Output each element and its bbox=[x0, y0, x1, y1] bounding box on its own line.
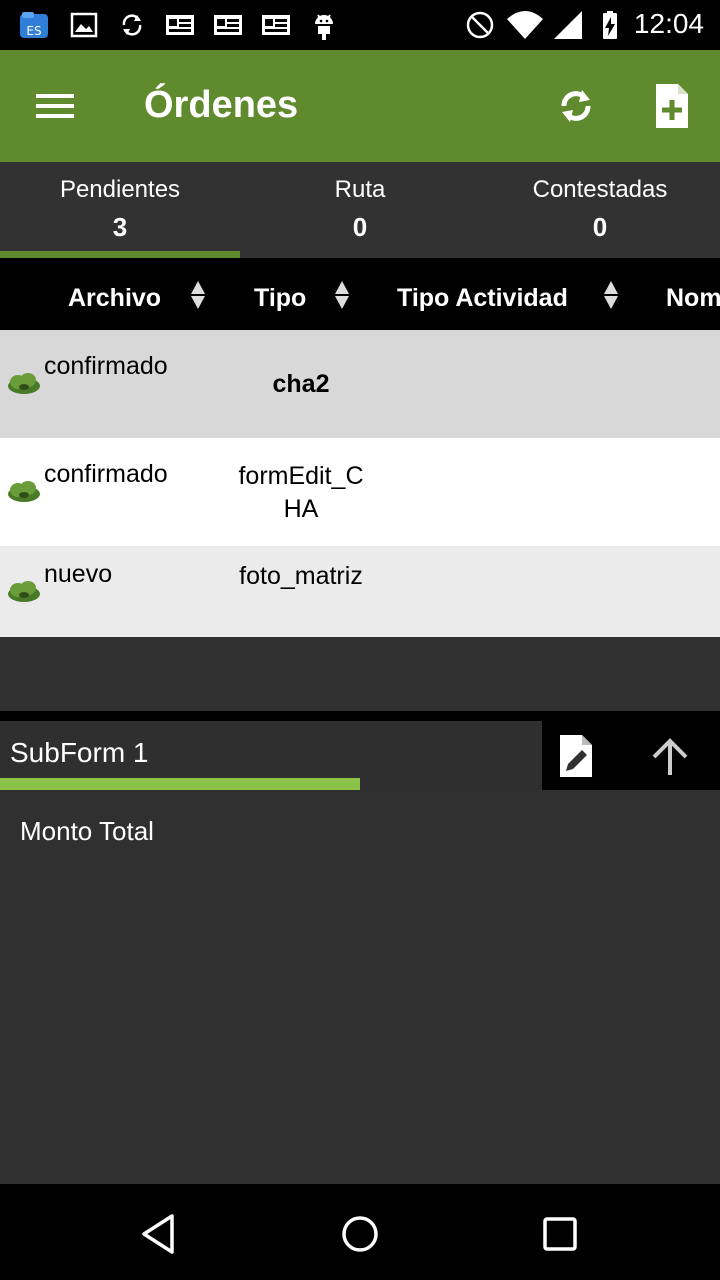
clock: 12:04 bbox=[633, 8, 704, 39]
row-status: confirmado bbox=[44, 352, 168, 380]
column-header-archivo[interactable]: Archivo bbox=[68, 258, 161, 330]
tab-count: 0 bbox=[592, 212, 608, 242]
file-manager-icon: ES bbox=[20, 12, 48, 38]
status-bar: ES 12:04 bbox=[0, 0, 720, 50]
tab-count: 0 bbox=[352, 212, 368, 242]
news-icon bbox=[262, 15, 290, 35]
table-row[interactable]: nuevo foto_matriz bbox=[0, 546, 720, 637]
back-icon[interactable] bbox=[138, 1212, 182, 1256]
column-header-nombre[interactable]: Nom bbox=[666, 258, 720, 330]
sync-icon bbox=[122, 14, 142, 36]
cloud-icon bbox=[8, 581, 40, 602]
subform-tab-indicator bbox=[0, 778, 360, 790]
android-icon bbox=[315, 14, 333, 40]
news-icon bbox=[166, 15, 194, 35]
navigation-bar bbox=[0, 1184, 720, 1280]
row-tipo: foto_matriz bbox=[239, 562, 363, 590]
tab-count: 3 bbox=[112, 212, 128, 242]
tab-pendientes[interactable]: Pendientes 3 bbox=[0, 162, 240, 258]
sort-icon[interactable] bbox=[334, 280, 350, 310]
edit-document-icon[interactable] bbox=[556, 733, 596, 779]
list-empty-area bbox=[0, 637, 720, 711]
battery-charging-icon bbox=[603, 11, 617, 39]
column-header-tipo-actividad[interactable]: Tipo Actividad bbox=[397, 258, 568, 330]
tab-label: Ruta bbox=[334, 176, 386, 203]
sort-icon[interactable] bbox=[603, 280, 619, 310]
home-icon[interactable] bbox=[338, 1212, 382, 1256]
refresh-icon[interactable] bbox=[548, 78, 604, 134]
signal-icon bbox=[554, 11, 582, 39]
tab-contestadas[interactable]: Contestadas 0 bbox=[480, 162, 720, 258]
row-tipo: cha2 bbox=[272, 370, 330, 398]
news-icon bbox=[214, 15, 242, 35]
section-divider bbox=[0, 711, 720, 721]
cloud-icon bbox=[8, 373, 40, 394]
subform-body: Monto Total bbox=[0, 790, 720, 1184]
row-status: nuevo bbox=[44, 560, 113, 588]
row-status: confirmado bbox=[44, 460, 168, 488]
page-title: Órdenes bbox=[144, 84, 299, 126]
image-icon bbox=[70, 12, 98, 38]
tab-label: Pendientes bbox=[59, 176, 181, 203]
tab-bar: Pendientes 3 Ruta 0 Contestadas 0 bbox=[0, 162, 720, 258]
row-tipo: formEdit_CHA bbox=[238, 462, 364, 523]
do-not-disturb-icon bbox=[466, 11, 494, 39]
wifi-icon bbox=[507, 11, 543, 39]
subform-tab[interactable]: SubForm 1 bbox=[0, 721, 542, 790]
new-document-icon[interactable] bbox=[644, 78, 700, 134]
column-header-tipo[interactable]: Tipo bbox=[254, 258, 306, 330]
table-row[interactable]: confirmado formEdit_CHA bbox=[0, 438, 720, 546]
tab-label: Contestadas bbox=[532, 176, 668, 203]
table-row[interactable]: confirmado cha2 bbox=[0, 330, 720, 438]
subform-tab-label: SubForm 1 bbox=[10, 737, 149, 768]
sort-icon[interactable] bbox=[190, 280, 206, 310]
field-label-monto-total: Monto Total bbox=[20, 816, 154, 846]
cloud-icon bbox=[8, 481, 40, 502]
tab-indicator bbox=[0, 251, 240, 258]
tab-ruta[interactable]: Ruta 0 bbox=[240, 162, 480, 258]
table-header: Archivo Tipo Tipo Actividad Nom bbox=[0, 258, 720, 330]
svg-text:ES: ES bbox=[26, 24, 41, 38]
recents-icon[interactable] bbox=[538, 1212, 582, 1256]
subform-actions bbox=[542, 721, 720, 790]
arrow-up-icon[interactable] bbox=[648, 735, 692, 779]
menu-icon[interactable] bbox=[26, 80, 86, 132]
app-bar: Órdenes bbox=[0, 50, 720, 162]
